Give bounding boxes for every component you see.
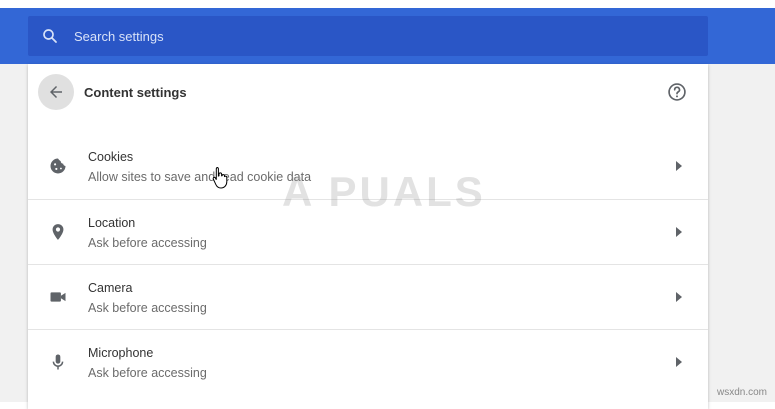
row-title: Location [88, 216, 136, 230]
search-input[interactable] [72, 27, 656, 45]
search-icon [40, 26, 60, 46]
row-subtitle: Allow sites to save and read cookie data [88, 170, 312, 184]
row-title: Microphone [88, 346, 154, 360]
settings-row-microphone[interactable]: Microphone Ask before accessing [28, 329, 708, 394]
row-subtitle: Ask before accessing [88, 366, 207, 380]
search-box[interactable] [28, 16, 708, 56]
footer-watermark: wsxdn.com [716, 387, 767, 398]
settings-row-camera[interactable]: Camera Ask before accessing [28, 264, 708, 329]
back-button[interactable] [38, 74, 74, 110]
back-arrow-icon [50, 86, 62, 98]
chevron-right-icon [674, 226, 684, 238]
row-subtitle: Ask before accessing [88, 301, 207, 315]
page-title: Content settings [84, 85, 187, 100]
chevron-right-icon [674, 356, 684, 368]
window-top-strip [0, 0, 775, 8]
location-pin-icon [48, 222, 68, 242]
microphone-icon [48, 352, 68, 372]
help-icon[interactable] [666, 81, 688, 103]
content-settings-card: Content settings Cookies Allow sites to … [28, 64, 708, 409]
row-title: Camera [88, 281, 133, 295]
camera-icon [48, 287, 68, 307]
hand-cursor-icon [212, 167, 228, 189]
row-subtitle: Ask before accessing [88, 236, 207, 250]
card-header: Content settings [28, 64, 708, 128]
cookie-icon [48, 156, 68, 176]
chevron-right-icon [674, 160, 684, 172]
watermark: A PUALS [282, 168, 486, 215]
row-title: Cookies [88, 150, 134, 164]
chevron-right-icon [674, 291, 684, 303]
